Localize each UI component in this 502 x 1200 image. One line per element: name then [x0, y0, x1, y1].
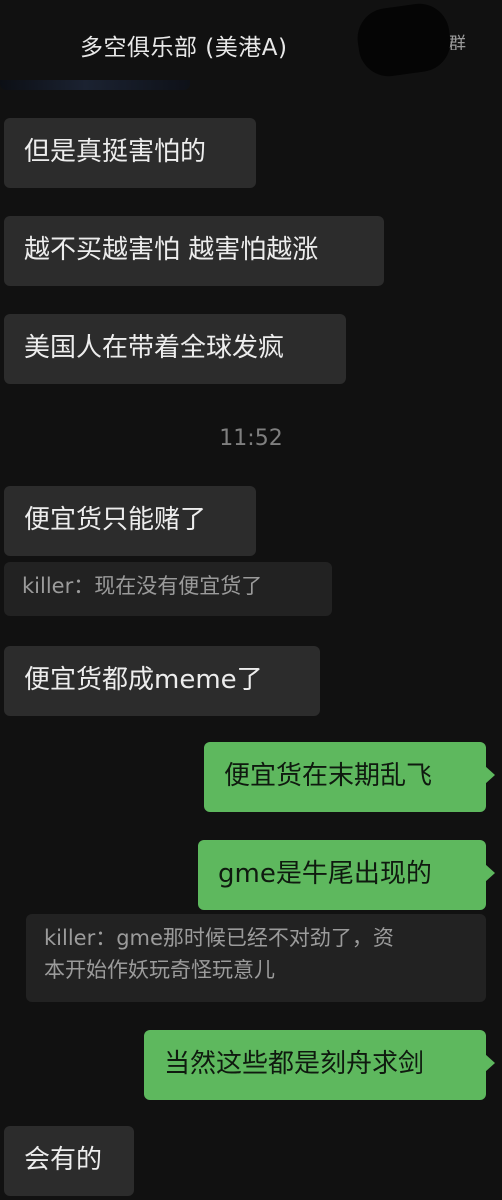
message-bubble[interactable]: 但是真挺害怕的 [4, 118, 256, 188]
message-text: 便宜货只能赌了 [24, 505, 207, 535]
message-bubble[interactable]: 美国人在带着全球发疯 [4, 314, 346, 384]
message-text: 便宜货在末期乱飞 [224, 761, 433, 791]
chat-title[interactable]: 多空俱乐部 (美港A) [80, 28, 288, 62]
message-bubble[interactable]: 便宜货只能赌了 [4, 486, 256, 556]
message-bubble-sent[interactable]: 便宜货在末期乱飞 [204, 742, 495, 812]
message-text: 但是真挺害怕的 [24, 137, 207, 167]
message-text: 当然这些都是刻舟求剑 [164, 1049, 425, 1079]
message-text: 便宜货都成meme了 [24, 665, 263, 695]
message-bubble[interactable]: 会有的 [4, 1126, 134, 1196]
message-timestamp: 11:52 [219, 426, 283, 451]
quoted-reply[interactable]: killer：现在没有便宜货了 [4, 562, 332, 616]
message-text: 会有的 [24, 1145, 103, 1175]
quoted-reply[interactable]: killer：gme那时候已经不对劲了，资 本开始作妖玩奇怪玩意儿 [26, 914, 486, 1002]
quote-text-line-1: killer：gme那时候已经不对劲了，资 [44, 926, 394, 950]
quote-text: killer：现在没有便宜货了 [22, 574, 263, 598]
quote-text-line-2: 本开始作妖玩奇怪玩意儿 [44, 958, 275, 982]
message-bubble[interactable]: 便宜货都成meme了 [4, 646, 320, 716]
message-bubble-sent[interactable]: gme是牛尾出现的 [198, 840, 495, 910]
message-text: 美国人在带着全球发疯 [24, 333, 285, 363]
message-text: gme是牛尾出现的 [218, 859, 432, 889]
chat-header: 多空俱乐部 (美港A) 群 [0, 0, 502, 81]
message-bubble-sent[interactable]: 当然这些都是刻舟求剑 [144, 1030, 495, 1100]
chat-title-suffix: 群 [448, 34, 466, 50]
message-text: 越不买越害怕 越害怕越涨 [24, 235, 319, 265]
redaction-scribble [353, 0, 455, 81]
message-bubble[interactable]: 越不买越害怕 越害怕越涨 [4, 216, 384, 286]
